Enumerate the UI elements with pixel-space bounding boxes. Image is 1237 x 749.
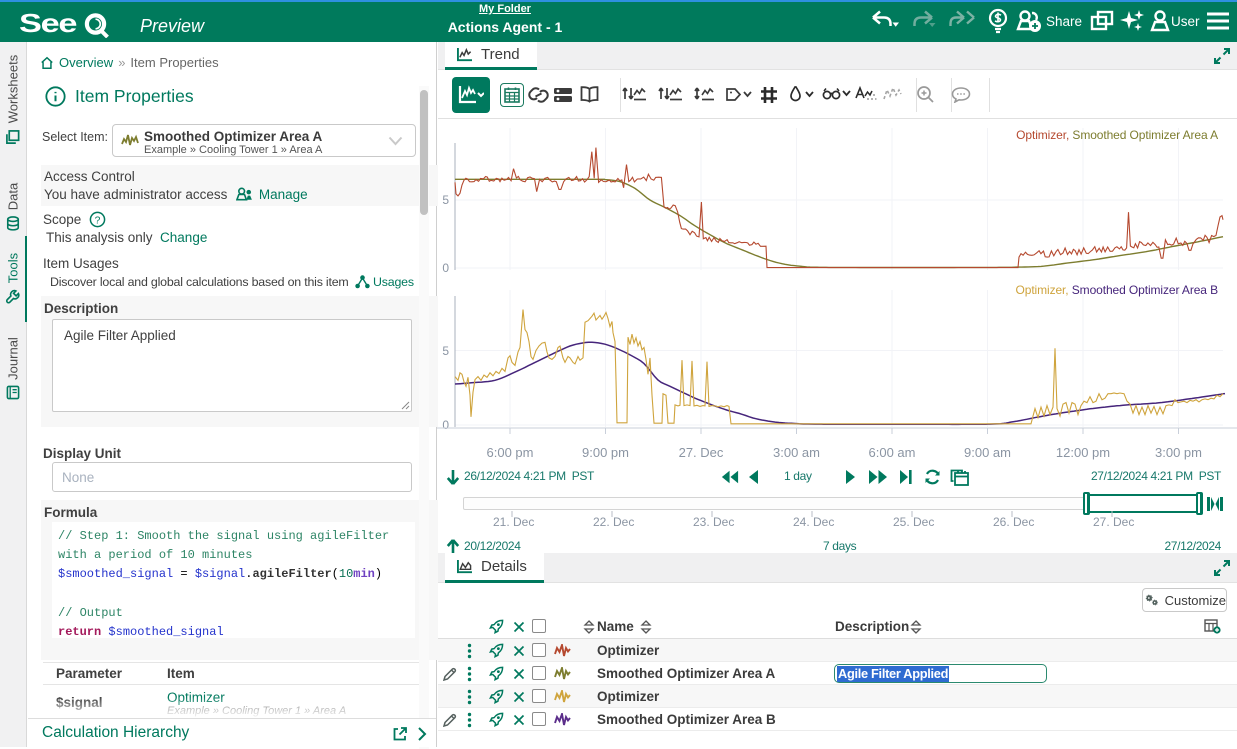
svg-text:12:00 pm: 12:00 pm [1056,445,1110,460]
svg-text:6:00 pm: 6:00 pm [487,445,534,460]
svg-text:3:00 am: 3:00 am [773,445,820,460]
svg-text:9:00 am: 9:00 am [964,445,1011,460]
svg-text:Optimizer, Smoothed Optimizer: Optimizer, Smoothed Optimizer Area B [1016,283,1219,297]
svg-text:0: 0 [442,261,449,275]
svg-text:?: ? [95,215,101,226]
svg-text:0: 0 [442,418,449,432]
svg-text:Optimizer, Smoothed Optimizer: Optimizer, Smoothed Optimizer Area A [1016,128,1218,142]
svg-text:3:00 pm: 3:00 pm [1155,445,1202,460]
svg-text:5: 5 [442,344,449,358]
svg-text:27. Dec: 27. Dec [679,445,724,460]
svg-text:5: 5 [442,193,449,207]
svg-text:6:00 am: 6:00 am [869,445,916,460]
svg-text:9:00 pm: 9:00 pm [582,445,629,460]
